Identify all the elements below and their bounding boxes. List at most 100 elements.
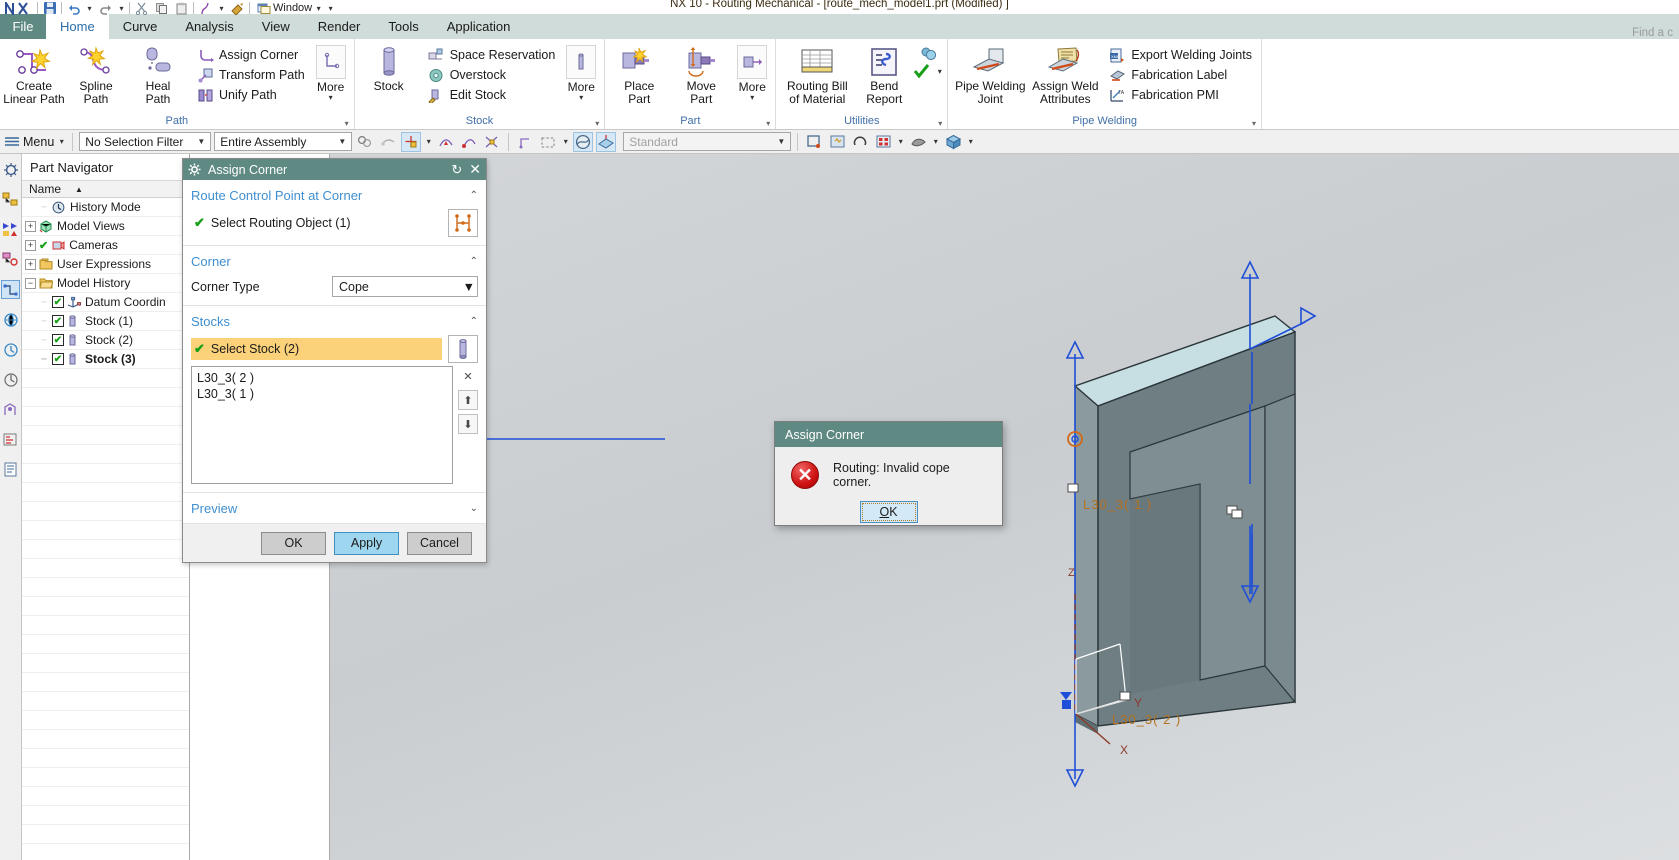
find-command-input[interactable]: Find a c [1632,27,1679,39]
assign-corner-dialog-titlebar[interactable]: Assign Corner ↻ ✕ [183,159,486,180]
corner-type-combo[interactable]: Cope ▼ [332,276,478,297]
path-dialog-launcher-icon[interactable]: ▾ [345,119,349,128]
tree-row-datum-coordinate[interactable]: ┈ ✔ Datum Coordin [22,293,189,312]
rectangle-select-dropdown-icon[interactable]: ▾ [561,137,570,146]
visibility-checkbox[interactable]: ✔ [52,315,64,327]
heal-path-button[interactable]: Heal Path [127,41,189,106]
layout-button[interactable] [873,132,893,152]
render-style-combo[interactable]: Standard ▼ [623,132,792,151]
pipe-welding-dialog-launcher-icon[interactable]: ▾ [1252,119,1256,128]
shading-dropdown-icon[interactable]: ▾ [931,137,940,146]
process-studio-icon[interactable] [1,400,20,419]
space-reservation-button[interactable]: Space Reservation [424,45,560,65]
shading-button[interactable] [908,132,928,152]
assembly-navigator-icon[interactable] [1,160,20,179]
undo-dropdown-icon[interactable]: ▾ [85,4,94,13]
select-stock-row[interactable]: ✔ Select Stock (2) [191,335,478,363]
web-browser-icon[interactable] [1,310,20,329]
graphics-viewport[interactable]: Y X Z L30_3( 1 ) L30_3( 2 ) [330,154,1679,860]
snap-point-button[interactable] [401,131,422,152]
paste-icon[interactable] [173,1,190,16]
gas-check-button[interactable] [920,45,938,63]
list-item[interactable]: L30_3( 2 ) [197,370,447,386]
path-more-button[interactable]: More ▾ [311,41,351,102]
undo-icon[interactable] [65,1,82,16]
view-cube-dropdown-icon[interactable]: ▾ [966,137,975,146]
history-icon[interactable] [1,340,20,359]
zoom-window-button[interactable] [827,132,847,152]
unify-path-button[interactable]: Unify Path [193,85,309,105]
section-heading[interactable]: Preview ⌄ [191,497,478,519]
create-linear-path-button[interactable]: Create Linear Path [3,41,65,106]
tree-row-model-views[interactable]: + Model Views [22,217,189,236]
tab-application[interactable]: Application [433,14,525,39]
move-up-icon[interactable]: ⬆ [458,390,478,410]
routing-bom-button[interactable]: Routing Bill of Material [779,41,855,106]
tab-home[interactable]: Home [46,14,109,39]
view-cube-button[interactable] [943,132,963,152]
expander-icon[interactable]: − [25,277,36,289]
rectangle-select-button[interactable] [538,132,558,152]
ribbon-tab-strip[interactable]: File Home Curve Analysis View Render Too… [0,14,1679,39]
tree-row-history-mode[interactable]: ┈ History Mode [22,198,189,217]
close-icon[interactable]: ✕ [469,161,481,178]
resource-bar[interactable] [0,154,22,860]
chevron-down-icon[interactable]: ▼ [774,137,788,146]
chevron-up-icon[interactable]: ⌃ [470,316,478,327]
move-down-icon[interactable]: ⬇ [458,414,478,434]
menu-button[interactable]: Menu ▾ [4,135,66,149]
tree-row-model-history[interactable]: − Model History [22,274,189,293]
part-more-caret-icon[interactable]: ▾ [750,94,754,102]
window-dropdown-icon[interactable]: ▾ [314,4,323,13]
visibility-checkbox[interactable]: ✔ [52,296,64,308]
chevron-down-icon[interactable]: ▼ [335,137,349,146]
quick-access-toolbar[interactable]: ▾ ▾ ▾ Window ▾ ▾ [0,0,335,16]
window-menu-button[interactable]: Window ▾ [253,2,323,15]
stock-more-button[interactable]: More ▾ [561,41,601,102]
ok-button[interactable]: OK [261,531,326,555]
transform-path-button[interactable]: Transform Path [193,65,309,85]
fabrication-label-button[interactable]: Fabrication Label [1105,65,1256,85]
validate-check-button[interactable]: ▾ [913,63,944,79]
sort-ascending-icon[interactable]: ▲ [75,185,83,194]
expander-icon[interactable]: + [25,258,36,270]
move-part-button[interactable]: Move Part [670,41,732,106]
select-objects-button[interactable] [355,132,375,152]
tab-analysis[interactable]: Analysis [171,14,247,39]
section-heading[interactable]: Stocks ⌃ [191,310,478,332]
routing-object-icon[interactable] [448,209,478,237]
qat-overflow-icon[interactable]: ▾ [326,4,335,13]
redo-icon[interactable] [97,1,114,16]
tab-tools[interactable]: Tools [374,14,432,39]
visibility-checkbox[interactable]: ✔ [52,334,64,346]
tab-view[interactable]: View [248,14,304,39]
expander-icon[interactable]: + [25,220,36,232]
paint-icon[interactable] [229,1,246,16]
routing-navigator-icon[interactable] [1,280,20,299]
tree-row-stock-1[interactable]: ┈ ✔ Stock (1) [22,312,189,331]
deselect-button[interactable] [378,132,398,152]
select-routing-object-label[interactable]: ✔ Select Routing Object (1) [191,212,442,234]
select-stock-label[interactable]: ✔ Select Stock (2) [191,338,442,360]
stock-list[interactable]: L30_3( 2 ) L30_3( 1 ) [191,366,453,484]
system-materials-icon[interactable] [1,370,20,389]
export-welding-joints-button[interactable]: XML Export Welding Joints [1105,45,1256,65]
orient-view-button[interactable] [596,131,617,152]
tree-row-cameras[interactable]: + ✔ Cameras [22,236,189,255]
tree-row-stock-3[interactable]: ┈ ✔ Stock (3) [22,350,189,369]
assign-corner-dialog[interactable]: Assign Corner ↻ ✕ Route Control Point at… [182,158,487,563]
chevron-up-icon[interactable]: ⌃ [470,190,478,201]
curve-icon[interactable] [197,1,214,16]
list-item[interactable]: L30_3( 1 ) [197,386,447,402]
utilities-dialog-launcher-icon[interactable]: ▾ [938,119,942,128]
tree-row-user-expressions[interactable]: + User Expressions [22,255,189,274]
apply-button[interactable]: Apply [334,531,399,555]
part-navigator-tree[interactable]: ┈ History Mode + Model Views + ✔ Cameras… [22,198,189,860]
cut-icon[interactable] [133,1,150,16]
stock-select-icon[interactable] [448,335,478,363]
expander-icon[interactable]: + [25,239,36,251]
tree-row-stock-2[interactable]: ┈ ✔ Stock (2) [22,331,189,350]
save-icon[interactable] [41,1,58,16]
tag-icon[interactable] [1,430,20,449]
tab-render[interactable]: Render [304,14,375,39]
